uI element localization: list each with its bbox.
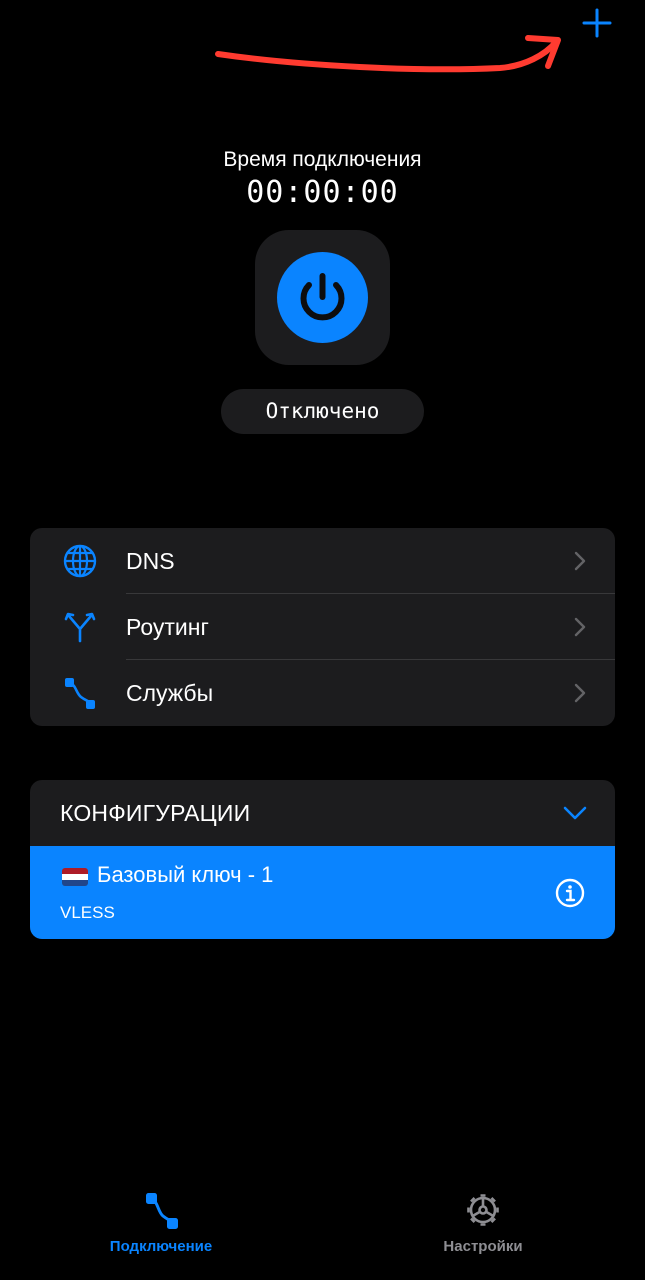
tab-settings[interactable]: Настройки (403, 1190, 563, 1260)
chevron-down-icon (563, 806, 587, 820)
plus-icon (582, 8, 612, 38)
add-config-button[interactable] (578, 4, 616, 42)
gear-icon (467, 1194, 499, 1226)
netherlands-flag-icon (62, 868, 88, 886)
configurations-card: КОНФИГУРАЦИИ Базовый ключ - 1 VLESS (30, 780, 615, 939)
menu-item-label: Роутинг (126, 614, 209, 640)
tab-connection[interactable]: Подключение (81, 1190, 241, 1260)
connection-node-icon (146, 1193, 178, 1229)
connection-time-value: 00:00:00 (246, 175, 399, 210)
menu-item-label: DNS (126, 548, 175, 574)
power-button[interactable] (255, 230, 390, 365)
menu-item-dns[interactable]: DNS (30, 528, 615, 594)
connection-time-label: Время подключения (223, 148, 422, 171)
services-node-icon (65, 678, 95, 709)
status-badge: Отключено (221, 389, 424, 434)
power-circle (277, 252, 368, 343)
tab-label: Подключение (109, 1238, 213, 1255)
config-list-item[interactable]: Базовый ключ - 1 VLESS (30, 846, 615, 939)
configurations-title: КОНФИГУРАЦИИ (60, 800, 251, 826)
menu-item-routing[interactable]: Роутинг (30, 594, 615, 660)
annotation-arrow (215, 35, 561, 73)
config-protocol: VLESS (60, 903, 115, 922)
settings-menu-card: DNS Роутинг Службы (30, 528, 615, 726)
power-icon (300, 273, 345, 321)
chevron-right-icon (574, 617, 586, 637)
configurations-header[interactable]: КОНФИГУРАЦИИ (30, 780, 615, 846)
tab-label: Настройки (443, 1238, 523, 1255)
chevron-right-icon (574, 683, 586, 703)
info-icon[interactable] (555, 878, 585, 908)
chevron-right-icon (574, 551, 586, 571)
menu-item-services[interactable]: Службы (30, 660, 615, 726)
globe-icon (63, 544, 97, 578)
config-name: Базовый ключ - 1 (97, 862, 274, 887)
menu-item-label: Службы (126, 680, 214, 706)
routing-fork-icon (64, 612, 96, 643)
